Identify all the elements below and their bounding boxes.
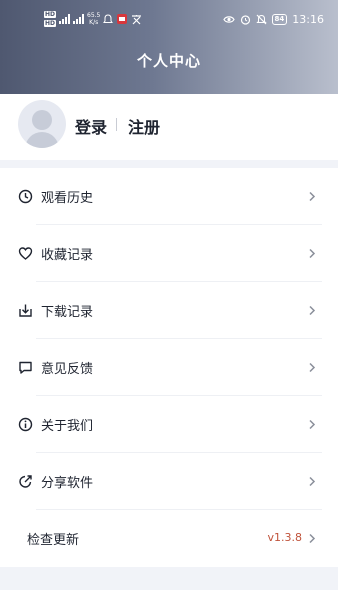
speed-value: 65.5	[87, 12, 101, 19]
signal-2-icon	[73, 14, 85, 24]
menu-item-downloads[interactable]: 下载记录	[0, 282, 338, 339]
avatar-body-shape	[25, 132, 59, 148]
menu-item-check-update[interactable]: 检查更新 v1.3.8	[0, 510, 338, 567]
menu-item-label: 观看历史	[41, 191, 94, 206]
chevron-right-icon	[309, 305, 316, 316]
info-icon	[18, 417, 33, 432]
clock-icon	[18, 189, 33, 204]
menu-item-watch-history[interactable]: 观看历史	[0, 168, 338, 225]
menu-item-share-app[interactable]: 分享软件	[0, 453, 338, 510]
header: HD HD 65.5 K/s 84 13:16 个人中心	[0, 0, 338, 94]
app-badge-icon	[117, 14, 128, 24]
network-speed: 65.5 K/s	[87, 12, 100, 26]
menu-item-label: 分享软件	[41, 476, 94, 491]
battery-indicator: 84	[271, 13, 288, 25]
share-icon	[19, 475, 32, 488]
avatar[interactable]	[18, 100, 66, 148]
notification-bell-icon	[103, 13, 114, 23]
signal-icon	[59, 14, 71, 24]
status-left: HD HD 65.5 K/s	[44, 8, 142, 30]
menu-item-label: 收藏记录	[41, 248, 94, 263]
chevron-right-icon	[309, 533, 316, 544]
version-label: v1.3.8	[267, 531, 303, 544]
chevron-right-icon	[309, 419, 316, 430]
status-bar: HD HD 65.5 K/s 84 13:16	[0, 8, 338, 30]
status-time: 13:16	[292, 12, 324, 26]
alarm-icon	[240, 14, 250, 25]
download-icon	[19, 304, 32, 317]
menu-item-label: 关于我们	[41, 419, 94, 434]
menu-item-feedback[interactable]: 意见反馈	[0, 339, 338, 396]
menu-item-about-us[interactable]: 关于我们	[0, 396, 338, 453]
chevron-right-icon	[309, 248, 316, 259]
menu-item-label: 意见反馈	[41, 362, 94, 377]
chevron-right-icon	[309, 191, 316, 202]
translate-icon	[132, 14, 142, 24]
feedback-icon	[19, 361, 32, 374]
hd-badges: HD HD	[44, 10, 57, 28]
mute-bell-icon	[255, 14, 267, 24]
page-title: 个人中心	[136, 52, 201, 70]
heart-icon	[18, 247, 33, 260]
hd-badge-bottom: HD	[44, 20, 57, 27]
eye-icon	[222, 15, 235, 23]
settings-menu: 观看历史 收藏记录 下载记录 意见反馈 关于我们 分享软件 检查更新 v1.3.…	[0, 168, 338, 567]
status-right: 84 13:16	[222, 8, 324, 30]
chevron-right-icon	[309, 362, 316, 373]
profile-card: 登录 注册	[0, 94, 338, 160]
avatar-head-shape	[32, 110, 52, 130]
speed-unit: K/s	[89, 19, 99, 26]
hd-badge-top: HD	[44, 11, 57, 18]
register-link[interactable]: 注册	[128, 114, 160, 138]
login-link[interactable]: 登录	[75, 114, 107, 138]
chevron-right-icon	[309, 476, 316, 487]
menu-item-label: 下载记录	[41, 305, 94, 320]
auth-divider	[116, 118, 117, 131]
menu-item-favorites[interactable]: 收藏记录	[0, 225, 338, 282]
menu-item-label: 检查更新	[27, 533, 80, 548]
